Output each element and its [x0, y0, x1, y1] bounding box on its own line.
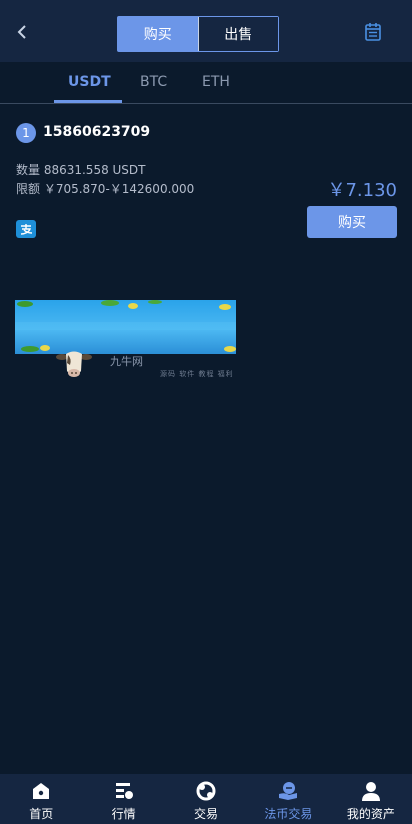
nav-trade[interactable]: 交易 [165, 774, 247, 824]
back-button[interactable] [10, 18, 34, 46]
nav-label-my-assets: 我的资产 [346, 807, 395, 821]
nav-my-assets[interactable]: 我的资产 [330, 774, 412, 824]
tab-btc[interactable]: BTC [140, 74, 167, 90]
trade-icon [196, 781, 216, 801]
listing-item: 1 15860623709 数量 88631.558 USDT 限额 ￥705.… [0, 104, 412, 264]
top-bar: 购买 出售 [0, 0, 412, 62]
limit-text: 限额 ￥705.870-￥142600.000 [16, 182, 195, 196]
buy-button[interactable]: 购买 [307, 206, 397, 238]
quantity-text: 数量 88631.558 USDT [16, 163, 146, 177]
nav-market[interactable]: 行情 [82, 774, 164, 824]
nav-label-trade: 交易 [194, 807, 219, 821]
tab-buy[interactable]: 购买 [118, 17, 198, 51]
watermark-banner [15, 300, 236, 354]
watermark-title: 九牛网 [110, 355, 143, 368]
calendar-icon [365, 23, 381, 41]
cow-logo-icon [56, 351, 92, 377]
chevron-left-icon [17, 25, 26, 39]
buy-sell-toggle: 购买 出售 [117, 16, 279, 52]
tab-eth[interactable]: ETH [202, 74, 230, 90]
nav-label-home: 首页 [29, 807, 54, 821]
coin-tabs: USDT BTC ETH [0, 62, 412, 104]
fiat-trade-icon [279, 782, 298, 800]
home-icon [33, 783, 50, 799]
bottom-navigation: 首页 行情 交易 法币交易 我的资产 [0, 774, 412, 824]
nav-fiat-trade[interactable]: 法币交易 [247, 774, 329, 824]
alipay-icon [16, 220, 36, 238]
nav-label-market: 行情 [111, 807, 136, 821]
user-assets-icon [361, 782, 380, 801]
nav-label-fiat-trade: 法币交易 [264, 807, 313, 821]
tab-sell[interactable]: 出售 [197, 17, 278, 51]
orders-button[interactable] [364, 22, 382, 42]
unit-price: ￥7.130 [327, 180, 397, 201]
active-tab-indicator [54, 100, 122, 103]
watermark-subtitle: 源码 软件 教程 福利 [160, 370, 234, 378]
listing-index-badge: 1 [16, 123, 36, 143]
fiat-trade-page: 购买 出售 USDT BTC ETH 1 15860623709 数量 8863… [0, 0, 412, 824]
market-icon [115, 783, 133, 799]
nav-home[interactable]: 首页 [0, 774, 82, 824]
tab-usdt[interactable]: USDT [68, 74, 111, 90]
trader-name: 15860623709 [43, 124, 151, 140]
